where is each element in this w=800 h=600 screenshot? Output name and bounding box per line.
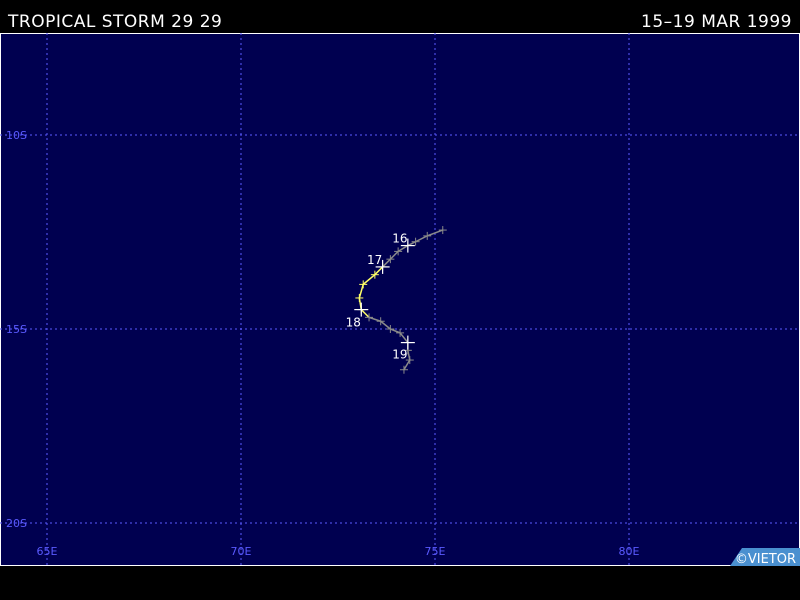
day-label: 17 [367,253,382,267]
day-label: 19 [392,348,407,362]
lon-label: 80E [619,545,640,558]
track-map: 65E 70E 75E 80E 10S 15S 20S 16 17 18 19 ©VIETOR [0,33,800,566]
lon-label: 75E [425,545,446,558]
credit-text: ©VIETOR [735,552,796,566]
lon-label: 70E [231,545,252,558]
date-range: 15–19 MAR 1999 [641,12,792,32]
bottom-bar [0,566,800,600]
title-bar: TROPICAL STORM 29 29 15–19 MAR 1999 [0,0,800,34]
map-canvas: 65E 70E 75E 80E 10S 15S 20S 16 17 18 19 ©VIETOR [0,33,800,566]
lat-label: 10S [6,129,27,142]
credit-badge: ©VIETOR [730,548,800,566]
map-background [0,33,800,566]
lon-label: 65E [37,545,58,558]
lat-label: 15S [6,323,27,336]
day-label: 16 [392,232,407,246]
lat-label: 20S [6,517,27,530]
day-label: 18 [346,316,361,330]
storm-title: TROPICAL STORM 29 29 [8,12,223,32]
